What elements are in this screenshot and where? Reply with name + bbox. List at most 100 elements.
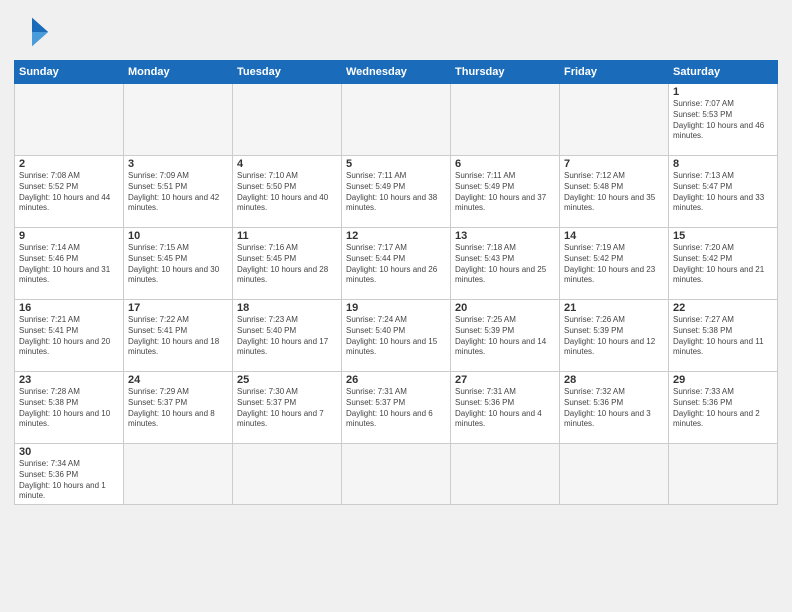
calendar-cell: 9Sunrise: 7:14 AM Sunset: 5:46 PM Daylig… (15, 228, 124, 300)
calendar-cell: 2Sunrise: 7:08 AM Sunset: 5:52 PM Daylig… (15, 156, 124, 228)
day-info: Sunrise: 7:28 AM Sunset: 5:38 PM Dayligh… (19, 387, 119, 430)
day-info: Sunrise: 7:20 AM Sunset: 5:42 PM Dayligh… (673, 243, 773, 286)
calendar-cell: 7Sunrise: 7:12 AM Sunset: 5:48 PM Daylig… (560, 156, 669, 228)
day-number: 27 (455, 374, 555, 386)
day-info: Sunrise: 7:19 AM Sunset: 5:42 PM Dayligh… (564, 243, 664, 286)
calendar-cell (124, 84, 233, 156)
calendar-cell (560, 444, 669, 505)
weekday-header-thursday: Thursday (451, 61, 560, 84)
day-number: 23 (19, 374, 119, 386)
day-number: 10 (128, 230, 228, 242)
day-info: Sunrise: 7:23 AM Sunset: 5:40 PM Dayligh… (237, 315, 337, 358)
day-number: 13 (455, 230, 555, 242)
day-info: Sunrise: 7:12 AM Sunset: 5:48 PM Dayligh… (564, 171, 664, 214)
day-number: 5 (346, 158, 446, 170)
calendar-cell: 24Sunrise: 7:29 AM Sunset: 5:37 PM Dayli… (124, 372, 233, 444)
day-info: Sunrise: 7:13 AM Sunset: 5:47 PM Dayligh… (673, 171, 773, 214)
day-number: 11 (237, 230, 337, 242)
day-info: Sunrise: 7:16 AM Sunset: 5:45 PM Dayligh… (237, 243, 337, 286)
day-info: Sunrise: 7:26 AM Sunset: 5:39 PM Dayligh… (564, 315, 664, 358)
day-info: Sunrise: 7:10 AM Sunset: 5:50 PM Dayligh… (237, 171, 337, 214)
day-number: 1 (673, 86, 773, 98)
day-info: Sunrise: 7:32 AM Sunset: 5:36 PM Dayligh… (564, 387, 664, 430)
day-number: 12 (346, 230, 446, 242)
day-info: Sunrise: 7:27 AM Sunset: 5:38 PM Dayligh… (673, 315, 773, 358)
calendar-cell: 16Sunrise: 7:21 AM Sunset: 5:41 PM Dayli… (15, 300, 124, 372)
day-number: 24 (128, 374, 228, 386)
calendar-cell: 20Sunrise: 7:25 AM Sunset: 5:39 PM Dayli… (451, 300, 560, 372)
weekday-header-friday: Friday (560, 61, 669, 84)
day-number: 26 (346, 374, 446, 386)
weekday-header-monday: Monday (124, 61, 233, 84)
day-number: 4 (237, 158, 337, 170)
calendar-cell (560, 84, 669, 156)
day-number: 15 (673, 230, 773, 242)
calendar-cell: 14Sunrise: 7:19 AM Sunset: 5:42 PM Dayli… (560, 228, 669, 300)
day-info: Sunrise: 7:33 AM Sunset: 5:36 PM Dayligh… (673, 387, 773, 430)
calendar-cell: 3Sunrise: 7:09 AM Sunset: 5:51 PM Daylig… (124, 156, 233, 228)
calendar-cell (451, 84, 560, 156)
day-info: Sunrise: 7:17 AM Sunset: 5:44 PM Dayligh… (346, 243, 446, 286)
day-number: 14 (564, 230, 664, 242)
day-number: 7 (564, 158, 664, 170)
calendar-cell: 30Sunrise: 7:34 AM Sunset: 5:36 PM Dayli… (15, 444, 124, 505)
calendar-cell (15, 84, 124, 156)
calendar-cell: 12Sunrise: 7:17 AM Sunset: 5:44 PM Dayli… (342, 228, 451, 300)
day-info: Sunrise: 7:14 AM Sunset: 5:46 PM Dayligh… (19, 243, 119, 286)
day-info: Sunrise: 7:11 AM Sunset: 5:49 PM Dayligh… (455, 171, 555, 214)
calendar-cell: 28Sunrise: 7:32 AM Sunset: 5:36 PM Dayli… (560, 372, 669, 444)
calendar-cell: 27Sunrise: 7:31 AM Sunset: 5:36 PM Dayli… (451, 372, 560, 444)
day-number: 22 (673, 302, 773, 314)
calendar-cell: 13Sunrise: 7:18 AM Sunset: 5:43 PM Dayli… (451, 228, 560, 300)
day-number: 16 (19, 302, 119, 314)
week-row-5: 30Sunrise: 7:34 AM Sunset: 5:36 PM Dayli… (15, 444, 778, 505)
calendar-table: SundayMondayTuesdayWednesdayThursdayFrid… (14, 60, 778, 505)
calendar-cell (342, 84, 451, 156)
calendar-cell (233, 84, 342, 156)
calendar-cell: 4Sunrise: 7:10 AM Sunset: 5:50 PM Daylig… (233, 156, 342, 228)
day-info: Sunrise: 7:29 AM Sunset: 5:37 PM Dayligh… (128, 387, 228, 430)
weekday-header-wednesday: Wednesday (342, 61, 451, 84)
day-number: 21 (564, 302, 664, 314)
day-info: Sunrise: 7:24 AM Sunset: 5:40 PM Dayligh… (346, 315, 446, 358)
day-info: Sunrise: 7:18 AM Sunset: 5:43 PM Dayligh… (455, 243, 555, 286)
calendar-cell (342, 444, 451, 505)
week-row-2: 9Sunrise: 7:14 AM Sunset: 5:46 PM Daylig… (15, 228, 778, 300)
day-info: Sunrise: 7:31 AM Sunset: 5:37 PM Dayligh… (346, 387, 446, 430)
calendar-cell: 25Sunrise: 7:30 AM Sunset: 5:37 PM Dayli… (233, 372, 342, 444)
calendar-cell (451, 444, 560, 505)
calendar-cell (124, 444, 233, 505)
day-number: 29 (673, 374, 773, 386)
week-row-4: 23Sunrise: 7:28 AM Sunset: 5:38 PM Dayli… (15, 372, 778, 444)
page: SundayMondayTuesdayWednesdayThursdayFrid… (0, 0, 792, 612)
calendar-cell: 1Sunrise: 7:07 AM Sunset: 5:53 PM Daylig… (669, 84, 778, 156)
day-info: Sunrise: 7:25 AM Sunset: 5:39 PM Dayligh… (455, 315, 555, 358)
day-info: Sunrise: 7:21 AM Sunset: 5:41 PM Dayligh… (19, 315, 119, 358)
day-number: 18 (237, 302, 337, 314)
day-number: 19 (346, 302, 446, 314)
day-number: 9 (19, 230, 119, 242)
day-info: Sunrise: 7:22 AM Sunset: 5:41 PM Dayligh… (128, 315, 228, 358)
weekday-header-saturday: Saturday (669, 61, 778, 84)
calendar-cell (669, 444, 778, 505)
day-info: Sunrise: 7:15 AM Sunset: 5:45 PM Dayligh… (128, 243, 228, 286)
day-info: Sunrise: 7:31 AM Sunset: 5:36 PM Dayligh… (455, 387, 555, 430)
week-row-3: 16Sunrise: 7:21 AM Sunset: 5:41 PM Dayli… (15, 300, 778, 372)
calendar-cell: 11Sunrise: 7:16 AM Sunset: 5:45 PM Dayli… (233, 228, 342, 300)
day-number: 8 (673, 158, 773, 170)
calendar-cell: 18Sunrise: 7:23 AM Sunset: 5:40 PM Dayli… (233, 300, 342, 372)
weekday-header-tuesday: Tuesday (233, 61, 342, 84)
day-info: Sunrise: 7:30 AM Sunset: 5:37 PM Dayligh… (237, 387, 337, 430)
day-number: 3 (128, 158, 228, 170)
calendar-cell: 29Sunrise: 7:33 AM Sunset: 5:36 PM Dayli… (669, 372, 778, 444)
day-number: 6 (455, 158, 555, 170)
day-info: Sunrise: 7:08 AM Sunset: 5:52 PM Dayligh… (19, 171, 119, 214)
calendar-cell: 23Sunrise: 7:28 AM Sunset: 5:38 PM Dayli… (15, 372, 124, 444)
day-info: Sunrise: 7:11 AM Sunset: 5:49 PM Dayligh… (346, 171, 446, 214)
week-row-0: 1Sunrise: 7:07 AM Sunset: 5:53 PM Daylig… (15, 84, 778, 156)
logo (14, 14, 54, 50)
weekday-header-sunday: Sunday (15, 61, 124, 84)
calendar-cell: 5Sunrise: 7:11 AM Sunset: 5:49 PM Daylig… (342, 156, 451, 228)
calendar-cell: 15Sunrise: 7:20 AM Sunset: 5:42 PM Dayli… (669, 228, 778, 300)
calendar-cell: 6Sunrise: 7:11 AM Sunset: 5:49 PM Daylig… (451, 156, 560, 228)
